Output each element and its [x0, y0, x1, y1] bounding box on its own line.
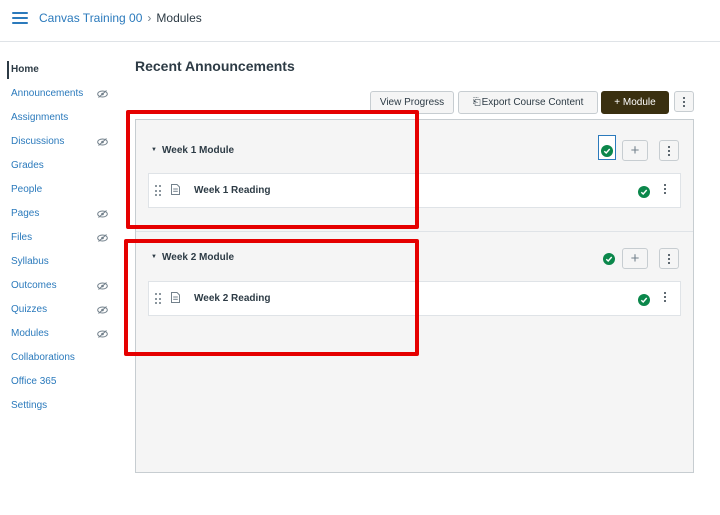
sidebar-item-label: Discussions [11, 136, 65, 147]
breadcrumb-course-link[interactable]: Canvas Training 00 [39, 11, 142, 25]
sidebar-item-settings[interactable]: Settings [0, 394, 120, 418]
module-publish-button[interactable] [598, 135, 616, 160]
page-title: Recent Announcements [135, 58, 295, 74]
caret-down-icon[interactable]: ▼ [151, 254, 157, 260]
drag-handle-icon[interactable] [155, 293, 161, 305]
module-options-kebab-icon[interactable] [659, 140, 679, 161]
eye-off-icon [97, 90, 108, 98]
checkmark-icon[interactable] [603, 253, 615, 265]
sidebar-item-label: Settings [11, 400, 48, 411]
sidebar-item-label: Grades [11, 160, 44, 171]
sidebar-item-label: People [11, 184, 43, 195]
checkmark-icon[interactable] [638, 186, 650, 198]
export-course-content-button[interactable]: ⎗ Export Course Content [458, 91, 598, 114]
sidebar-item-collaborations[interactable]: Collaborations [0, 346, 120, 370]
sidebar-item-modules[interactable]: Modules [0, 322, 120, 346]
module-item-title[interactable]: Week 1 Reading [194, 185, 271, 196]
module-title: Week 1 Module [162, 145, 235, 156]
sidebar-item-syllabus[interactable]: Syllabus [0, 250, 120, 274]
sidebar-item-grades[interactable]: Grades [0, 154, 120, 178]
export-icon: ⎗ [472, 97, 481, 108]
sidebar-item-people[interactable]: People [0, 178, 120, 202]
export-label: Export Course Content [481, 97, 584, 108]
sidebar-item-assignments[interactable]: Assignments [0, 106, 120, 130]
sidebar-item-label: Assignments [11, 112, 69, 123]
sidebar-item-discussions[interactable]: Discussions [0, 130, 120, 154]
module-week-2: ▼ Week 2 Module + Week 2 Reading [136, 232, 693, 352]
sidebar-item-label: Office 365 [11, 376, 57, 387]
module-item[interactable]: Week 2 Reading [148, 281, 681, 316]
eye-off-icon [97, 234, 108, 242]
sidebar-item-label: Syllabus [11, 256, 49, 267]
plus-icon: + [630, 250, 640, 267]
view-progress-button[interactable]: View Progress [370, 91, 454, 114]
breadcrumb: Canvas Training 00 › Modules [39, 11, 202, 25]
breadcrumb-current: Modules [156, 11, 202, 25]
item-options-kebab-icon[interactable] [664, 184, 666, 194]
hamburger-icon[interactable] [12, 12, 28, 24]
module-header[interactable]: ▼ Week 1 Module + [136, 133, 693, 173]
sidebar-item-label: Quizzes [11, 304, 48, 315]
top-bar: Canvas Training 00 › Modules [0, 0, 720, 42]
sidebar-item-outcomes[interactable]: Outcomes [0, 274, 120, 298]
module-title: Week 2 Module [162, 252, 235, 263]
item-options-kebab-icon[interactable] [664, 292, 666, 302]
add-module-button[interactable]: + Module [601, 91, 669, 114]
sidebar-item-pages[interactable]: Pages [0, 202, 120, 226]
sidebar-item-label: Files [11, 232, 33, 243]
eye-off-icon [97, 138, 108, 146]
eye-off-icon [97, 330, 108, 338]
sidebar-item-home[interactable]: Home [0, 58, 120, 82]
eye-off-icon [97, 282, 108, 290]
modules-container: ▼ Week 1 Module + Week 1 Reading ▼ Week … [135, 119, 694, 473]
sidebar-item-label: Announcements [11, 88, 84, 99]
sidebar-item-label: Pages [11, 208, 40, 219]
sidebar-item-files[interactable]: Files [0, 226, 120, 250]
checkmark-icon[interactable] [638, 294, 650, 306]
sidebar-item-label: Modules [11, 328, 49, 339]
sidebar-item-quizzes[interactable]: Quizzes [0, 298, 120, 322]
sidebar-item-office-365[interactable]: Office 365 [0, 370, 120, 394]
breadcrumb-separator: › [147, 11, 152, 25]
page-icon [171, 292, 180, 303]
eye-off-icon [97, 210, 108, 218]
caret-down-icon[interactable]: ▼ [151, 147, 157, 153]
module-item-title[interactable]: Week 2 Reading [194, 293, 271, 304]
module-item[interactable]: Week 1 Reading [148, 173, 681, 208]
add-item-button[interactable]: + [622, 248, 648, 269]
sidebar-item-label: Outcomes [11, 280, 57, 291]
sidebar-item-label: Collaborations [11, 352, 75, 363]
page-icon [171, 184, 180, 195]
drag-handle-icon[interactable] [155, 185, 161, 197]
module-options-kebab-icon[interactable] [659, 248, 679, 269]
eye-off-icon [97, 306, 108, 314]
add-item-button[interactable]: + [622, 140, 648, 161]
sidebar-item-label: Home [11, 64, 39, 75]
plus-icon: + [630, 142, 640, 159]
checkmark-icon [601, 145, 613, 157]
sidebar-item-announcements[interactable]: Announcements [0, 82, 120, 106]
course-navigation: Home Announcements Assignments Discussio… [0, 58, 120, 418]
module-week-1: ▼ Week 1 Module + Week 1 Reading [136, 120, 693, 232]
page-options-kebab-icon[interactable] [674, 91, 694, 112]
module-header[interactable]: ▼ Week 2 Module + [136, 240, 693, 280]
